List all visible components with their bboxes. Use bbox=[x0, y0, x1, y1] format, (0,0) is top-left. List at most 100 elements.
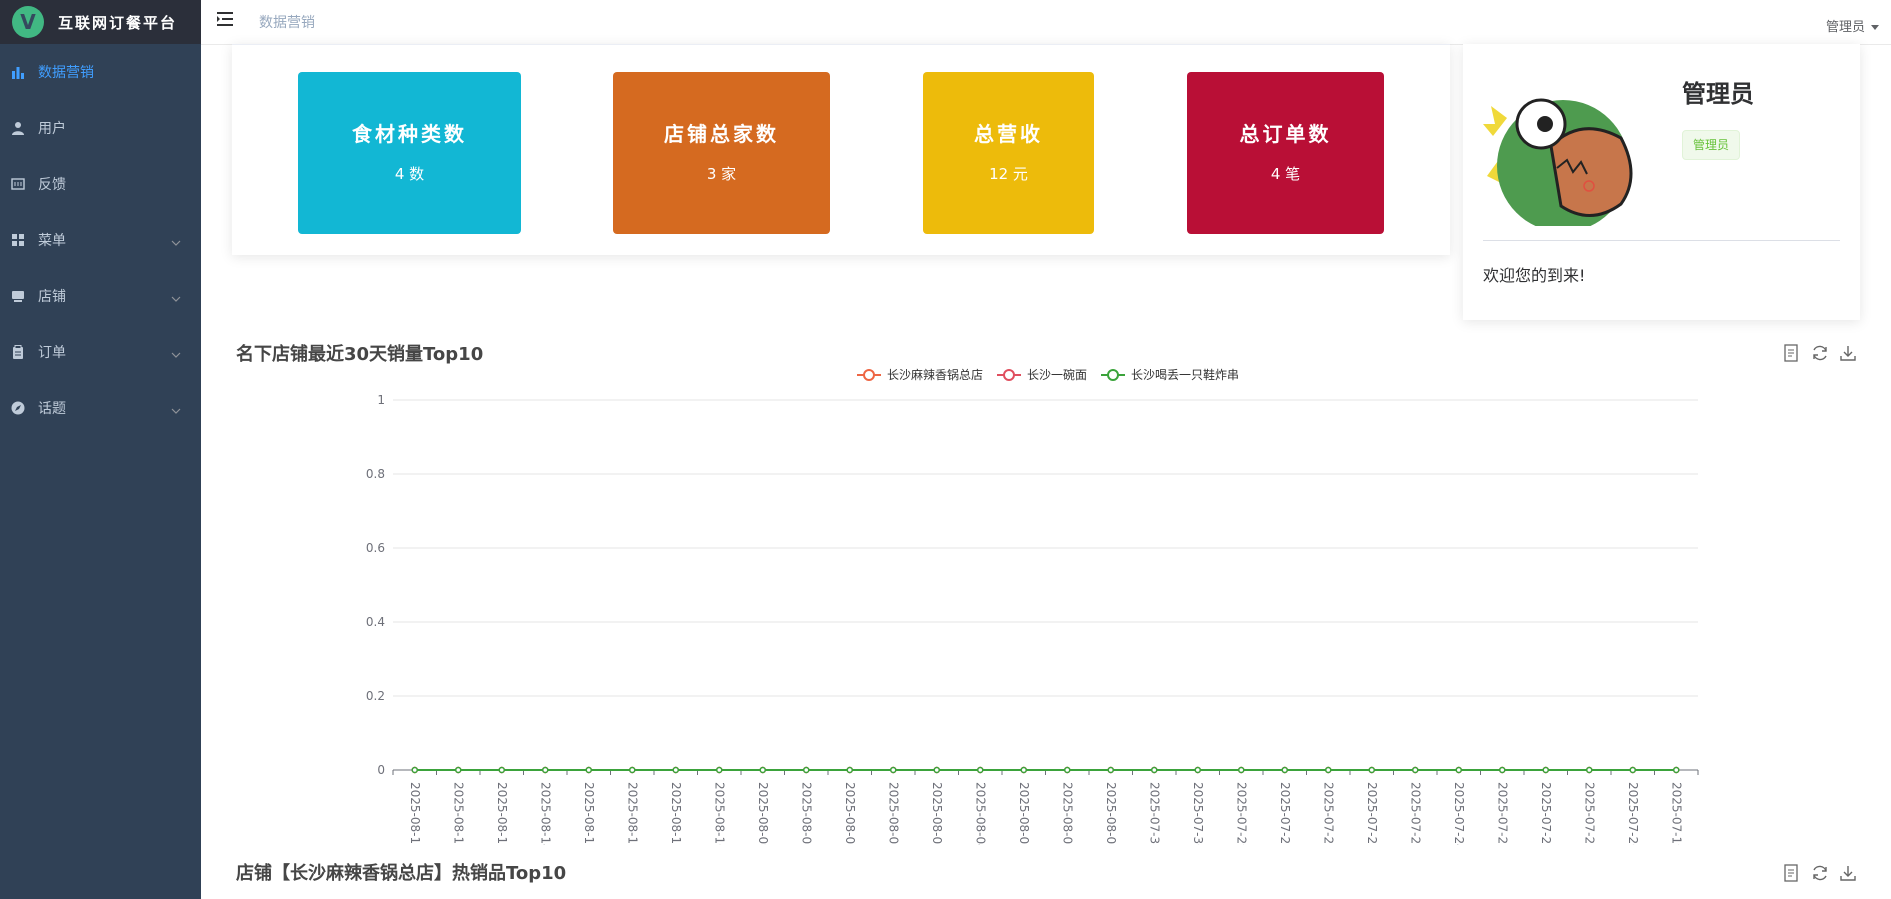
stat-value: 4 笔 bbox=[1270, 165, 1301, 183]
stat-revenue: 总营收 12 元 bbox=[923, 72, 1094, 234]
data-point bbox=[672, 766, 679, 774]
sidebar-item-orders[interactable]: 订单 bbox=[0, 324, 201, 380]
data-point bbox=[411, 766, 418, 774]
y-tick-label: 1 bbox=[377, 393, 385, 407]
x-tick-label: 2025-08-17 bbox=[408, 782, 422, 845]
refresh-icon[interactable] bbox=[1811, 344, 1829, 362]
sidebar-item-users[interactable]: 用户 bbox=[0, 100, 201, 156]
chart-toolbox bbox=[1783, 344, 1857, 362]
x-tick-label: 2025-07-25 bbox=[1408, 782, 1422, 845]
x-tick-label: 2025-08-15 bbox=[495, 782, 509, 845]
x-tick-label: 2025-08-13 bbox=[582, 782, 596, 845]
legend-label: 长沙麻辣香锅总店 bbox=[887, 368, 984, 382]
chevron-down-icon bbox=[171, 290, 181, 306]
bar-chart-icon bbox=[10, 64, 26, 80]
x-tick-label: 2025-07-21 bbox=[1582, 782, 1596, 845]
caret-down-icon bbox=[1871, 25, 1879, 30]
sidebar-item-label: 用户 bbox=[38, 121, 66, 137]
logo-icon: V bbox=[12, 6, 44, 38]
x-tick-label: 2025-08-02 bbox=[1060, 782, 1074, 845]
data-point bbox=[1020, 766, 1027, 774]
stat-title: 店铺总家数 bbox=[664, 122, 779, 146]
stat-ingredient-types: 食材种类数 4 数 bbox=[298, 72, 521, 234]
x-tick-label: 2025-07-23 bbox=[1495, 782, 1509, 845]
data-point bbox=[1586, 766, 1593, 774]
data-point bbox=[716, 766, 723, 774]
data-point bbox=[890, 766, 897, 774]
compass-icon bbox=[10, 400, 26, 416]
legend-item[interactable]: 长沙麻辣香锅总店 bbox=[857, 366, 983, 383]
store-icon bbox=[10, 288, 26, 304]
user-dropdown[interactable]: 管理员 bbox=[1826, 16, 1879, 35]
x-tick-label: 2025-08-09 bbox=[756, 782, 770, 845]
data-point bbox=[1542, 766, 1549, 774]
x-tick-label: 2025-08-03 bbox=[1017, 782, 1031, 845]
chart-toolbox bbox=[1783, 864, 1857, 882]
data-point bbox=[542, 766, 549, 774]
profile-card: 管理员 管理员 欢迎您的到来! bbox=[1463, 44, 1860, 320]
avatar[interactable] bbox=[1481, 76, 1639, 226]
data-point bbox=[846, 766, 853, 774]
x-tick-label: 2025-08-14 bbox=[538, 782, 552, 845]
x-tick-label: 2025-07-19 bbox=[1669, 782, 1683, 845]
sidebar-menu: 数据营销 用户 反馈 菜单 店铺 订单 话题 bbox=[0, 44, 201, 436]
x-tick-label: 2025-07-30 bbox=[1191, 782, 1205, 845]
user-icon bbox=[10, 120, 26, 136]
x-tick-label: 2025-08-06 bbox=[886, 782, 900, 845]
legend-item[interactable]: 长沙一碗面 bbox=[997, 366, 1087, 383]
x-tick-label: 2025-08-04 bbox=[973, 782, 987, 845]
stat-value: 12 元 bbox=[989, 165, 1028, 183]
chevron-down-icon bbox=[171, 402, 181, 418]
data-view-icon[interactable] bbox=[1783, 864, 1801, 882]
chevron-down-icon bbox=[171, 234, 181, 250]
stats-card: 食材种类数 4 数 店铺总家数 3 家 总营收 12 元 总订单数 4 笔 bbox=[232, 44, 1450, 255]
sidebar-item-label: 话题 bbox=[38, 401, 66, 417]
sales-line-chart: 0 0.2 0.4 0.6 0.8 1 2025-08-17 2025-08-16 2025-0… bbox=[366, 393, 1699, 845]
data-point bbox=[455, 766, 462, 774]
download-icon[interactable] bbox=[1839, 344, 1857, 362]
sidebar-item-store[interactable]: 店铺 bbox=[0, 268, 201, 324]
download-icon[interactable] bbox=[1839, 864, 1857, 882]
hamburger-icon[interactable] bbox=[217, 11, 235, 27]
data-point bbox=[1412, 766, 1419, 774]
legend-label: 长沙一碗面 bbox=[1027, 368, 1088, 382]
refresh-icon[interactable] bbox=[1811, 864, 1829, 882]
x-tick-label: 2025-07-27 bbox=[1321, 782, 1335, 845]
data-point bbox=[1455, 766, 1462, 774]
clipboard-icon bbox=[10, 344, 26, 360]
sidebar-item-topics[interactable]: 话题 bbox=[0, 380, 201, 436]
data-point bbox=[1107, 766, 1114, 774]
data-point bbox=[1281, 766, 1288, 774]
y-tick-label: 0.4 bbox=[366, 615, 385, 629]
stat-title: 食材种类数 bbox=[352, 122, 467, 146]
brand[interactable]: V 互联网订餐平台 bbox=[0, 0, 201, 44]
x-tick-label: 2025-08-16 bbox=[451, 782, 465, 845]
x-tick-label: 2025-07-28 bbox=[1278, 782, 1292, 845]
data-point bbox=[1325, 766, 1332, 774]
app-title: 互联网订餐平台 bbox=[58, 13, 178, 32]
x-tick-label: 2025-07-20 bbox=[1626, 782, 1640, 845]
chart-legend: 长沙麻辣香锅总店 长沙一碗面 长沙喝丢一只鞋炸串 bbox=[857, 366, 1239, 383]
data-point bbox=[1673, 766, 1680, 774]
sidebar-item-data-marketing[interactable]: 数据营销 bbox=[0, 44, 201, 100]
stat-store-count: 店铺总家数 3 家 bbox=[613, 72, 830, 234]
stat-value: 4 数 bbox=[394, 165, 425, 183]
legend-label: 长沙喝丢一只鞋炸串 bbox=[1131, 368, 1240, 382]
x-tick-label: 2025-07-24 bbox=[1452, 782, 1466, 845]
data-point bbox=[1064, 766, 1071, 774]
y-tick-label: 0.8 bbox=[366, 467, 385, 481]
sidebar-item-feedback[interactable]: 反馈 bbox=[0, 156, 201, 212]
data-point bbox=[1368, 766, 1375, 774]
stat-title: 总订单数 bbox=[1239, 122, 1332, 146]
legend-item[interactable]: 长沙喝丢一只鞋炸串 bbox=[1101, 366, 1239, 383]
role-tag: 管理员 bbox=[1682, 130, 1740, 160]
data-point bbox=[1238, 766, 1245, 774]
grid-icon bbox=[10, 232, 26, 248]
x-tick-label: 2025-08-05 bbox=[930, 782, 944, 845]
breadcrumb[interactable]: 数据营销 bbox=[259, 12, 315, 32]
data-view-icon[interactable] bbox=[1783, 344, 1801, 362]
sidebar-item-menu[interactable]: 菜单 bbox=[0, 212, 201, 268]
sidebar: V 互联网订餐平台 数据营销 用户 反馈 菜单 店铺 订单 话题 bbox=[0, 0, 201, 899]
x-tick-label: 2025-07-31 bbox=[1147, 782, 1161, 845]
stat-value: 3 家 bbox=[706, 165, 737, 183]
